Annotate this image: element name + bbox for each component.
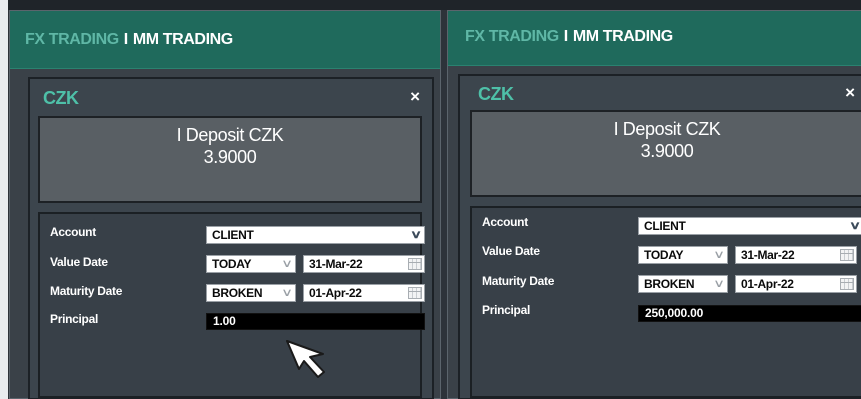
maturity-date: 01-Apr-22	[741, 277, 794, 291]
value-date: 31-Mar-22	[309, 257, 363, 271]
maturity-date-field[interactable]: 01-Apr-22	[735, 275, 857, 293]
rate-name: I Deposit CZK	[613, 119, 721, 139]
calendar-icon[interactable]	[408, 287, 422, 299]
deposit-card: CZK × I Deposit CZK 3.9000 Account CLIEN…	[28, 77, 434, 399]
value-date-type-select[interactable]: TODAY ∨	[206, 255, 296, 273]
chevron-down-icon: ∨	[281, 258, 293, 270]
deal-form: Account CLIENT ∨ Value Date TODAY ∨ 31-M…	[38, 212, 425, 398]
account-label: Account	[482, 215, 528, 229]
calendar-icon[interactable]	[840, 249, 854, 261]
calendar-icon[interactable]	[408, 258, 422, 270]
panel-header: FX TRADING I MM TRADING	[448, 11, 861, 66]
rate-tile[interactable]: I Deposit CZK 3.9000	[470, 110, 861, 197]
principal-label: Principal	[50, 312, 98, 326]
mouse-pointer-icon	[286, 340, 325, 378]
value-date-label: Value Date	[50, 255, 108, 269]
calendar-icon[interactable]	[840, 278, 854, 290]
value-date-type: TODAY	[212, 257, 252, 271]
tab-fx-trading[interactable]: FX TRADING	[25, 31, 119, 49]
deal-form: Account CLIENT ∨ Value Date TODAY ∨ 31-M…	[470, 206, 861, 398]
maturity-date-type: BROKEN	[212, 286, 263, 300]
window-edge	[0, 0, 8, 399]
principal-input[interactable]: 1.00	[206, 313, 425, 330]
maturity-date-label: Maturity Date	[482, 274, 555, 288]
maturity-date-field[interactable]: 01-Apr-22	[303, 284, 425, 302]
account-select[interactable]: CLIENT ∨	[638, 217, 861, 235]
chevron-down-icon: ∨	[849, 220, 861, 232]
close-icon[interactable]: ×	[410, 87, 420, 107]
tab-mm-trading[interactable]: MM TRADING	[133, 31, 233, 49]
chevron-down-icon: ∨	[713, 249, 725, 261]
principal-input[interactable]: 250,000.00	[638, 305, 861, 322]
top-bar	[8, 0, 861, 10]
maturity-date-type-select[interactable]: BROKEN ∨	[206, 284, 296, 302]
close-icon[interactable]: ×	[845, 83, 855, 103]
value-date-type-select[interactable]: TODAY ∨	[638, 246, 728, 264]
trading-panel-left: FX TRADING I MM TRADING CZK × I Deposit …	[9, 10, 441, 399]
tab-mm-trading[interactable]: MM TRADING	[573, 28, 673, 46]
value-date-type: TODAY	[644, 248, 684, 262]
value-date-label: Value Date	[482, 244, 540, 258]
maturity-date: 01-Apr-22	[309, 286, 362, 300]
rate-value: 3.9000	[203, 147, 257, 167]
tab-separator: I	[123, 30, 128, 48]
account-value: CLIENT	[644, 219, 686, 233]
rate-value: 3.9000	[640, 141, 694, 161]
account-label: Account	[50, 225, 96, 239]
app-stage: FX TRADING I MM TRADING CZK × I Deposit …	[0, 0, 861, 399]
trading-panel-right: FX TRADING I MM TRADING CZK × I Deposit …	[447, 10, 861, 399]
deposit-card: CZK × I Deposit CZK 3.9000 Account CLIEN…	[458, 74, 861, 399]
principal-label: Principal	[482, 303, 530, 317]
currency-title: CZK	[478, 84, 514, 104]
maturity-date-label: Maturity Date	[50, 284, 123, 298]
rate-name: I Deposit CZK	[176, 125, 284, 145]
panel-header: FX TRADING I MM TRADING	[10, 11, 440, 69]
maturity-date-type-select[interactable]: BROKEN ∨	[638, 275, 728, 293]
chevron-down-icon: ∨	[281, 287, 293, 299]
account-value: CLIENT	[212, 228, 254, 242]
tab-separator: I	[563, 28, 568, 45]
chevron-down-icon: ∨	[410, 229, 422, 241]
value-date-field[interactable]: 31-Mar-22	[303, 255, 425, 273]
maturity-date-type: BROKEN	[644, 277, 695, 291]
value-date: 31-Mar-22	[741, 248, 795, 262]
chevron-down-icon: ∨	[713, 278, 725, 290]
tab-fx-trading[interactable]: FX TRADING	[465, 28, 559, 46]
value-date-field[interactable]: 31-Mar-22	[735, 246, 857, 264]
currency-title: CZK	[43, 88, 79, 108]
account-select[interactable]: CLIENT ∨	[206, 226, 425, 244]
rate-tile[interactable]: I Deposit CZK 3.9000	[38, 116, 422, 203]
